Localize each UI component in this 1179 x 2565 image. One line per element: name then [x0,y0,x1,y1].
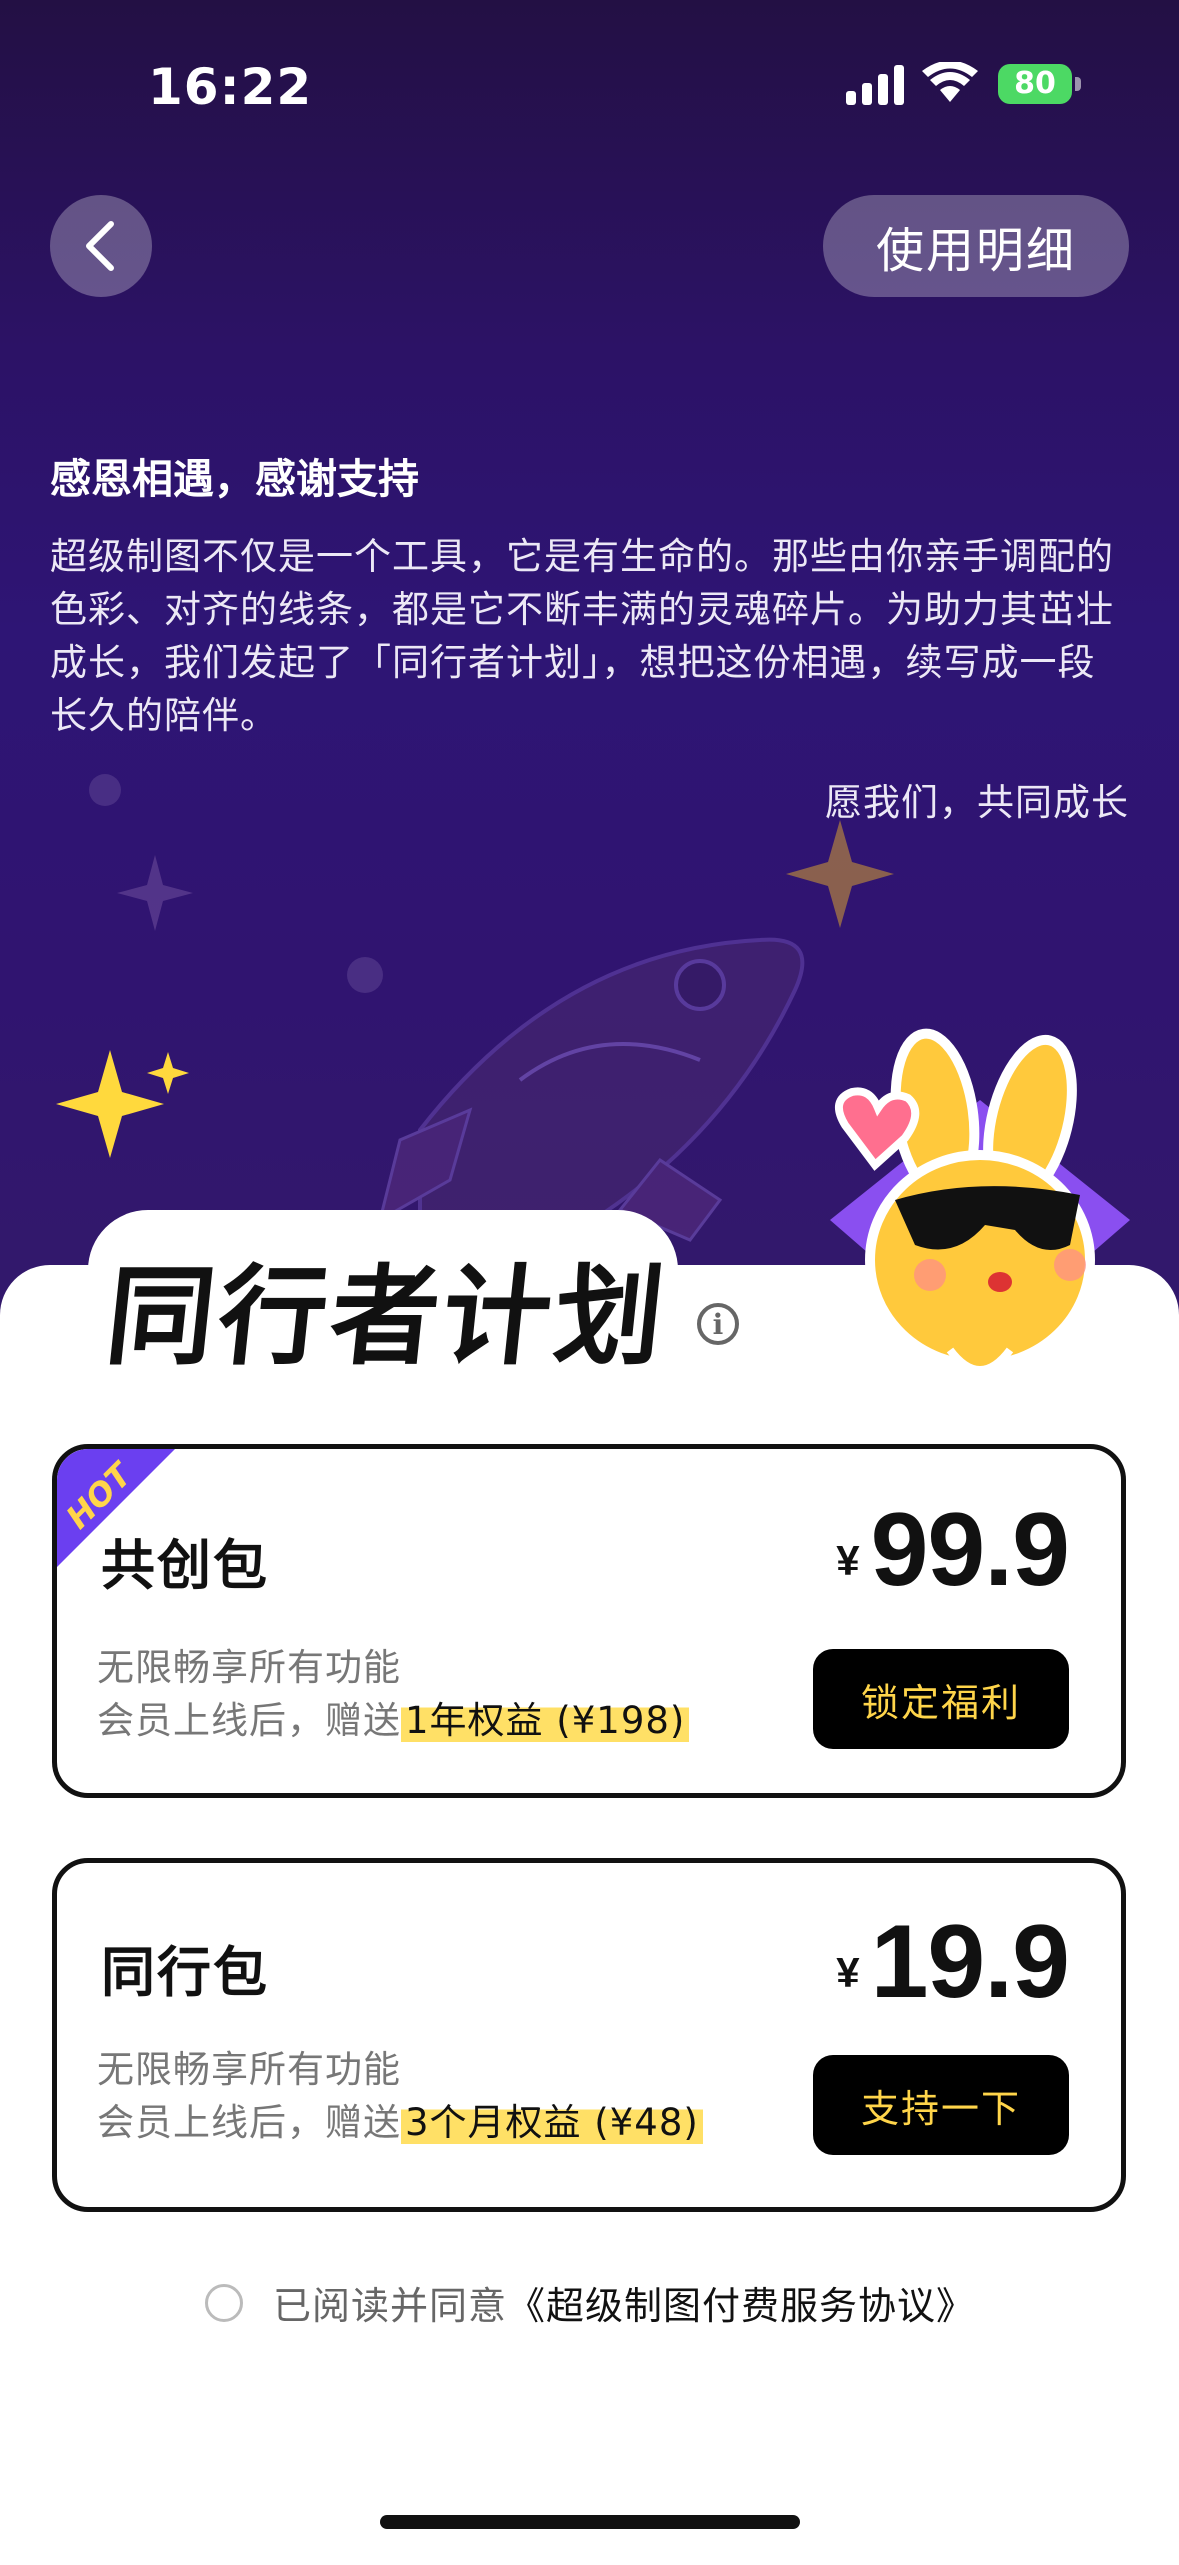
status-bar: 16:22 80 [0,0,1179,140]
plan-name: 共创包 [101,1534,269,1597]
home-indicator[interactable] [380,2515,800,2529]
support-button[interactable]: 支持一下 [813,2055,1069,2155]
intro-title: 感恩相遇，感谢支持 [50,455,419,503]
wifi-icon [922,62,978,102]
plan-benefit-highlight: 3个月权益 (¥48) [401,2101,703,2144]
plan-desc-prefix: 会员上线后，赠送 [97,2101,401,2144]
plan-title: 同行者计划 [100,1255,674,1380]
plan-desc-prefix: 会员上线后，赠送 [97,1699,401,1742]
agreement-checkbox[interactable] [205,2283,243,2322]
chevron-left-icon [86,221,114,271]
back-button[interactable] [50,195,152,297]
plan-card-cocreate[interactable]: HOT 共创包 ¥99.9 无限畅享所有功能 会员上线后，赠送 1年权益 (¥19… [52,1444,1126,1798]
agreement-link[interactable]: 《超级制图付费服务协议》 [507,2275,975,2330]
currency-symbol: ¥ [836,1949,859,1996]
battery-level: 80 [1014,66,1056,101]
price-value: 99.9 [870,1492,1070,1608]
plan-card-companion[interactable]: 同行包 ¥19.9 无限畅享所有功能 会员上线后，赠送 3个月权益 (¥48) 支… [52,1858,1126,2212]
plan-desc-line1: 无限畅享所有功能 [97,2048,401,2091]
intro-signature: 愿我们，共同成长 [825,781,1129,824]
agreement-row: 已阅读并同意 《超级制图付费服务协议》 [205,2275,975,2330]
plan-price: ¥19.9 [836,1903,1070,2022]
lock-benefit-button[interactable]: 锁定福利 [813,1649,1069,1749]
agreement-prefix: 已阅读并同意 [273,2284,508,2328]
battery-cap [1075,77,1081,91]
status-time: 16:22 [148,58,313,116]
plan-description: 无限畅享所有功能 会员上线后，赠送 3个月权益 (¥48) [97,2043,703,2149]
bunny-mascot-icon [830,1028,1130,1374]
plan-benefit-highlight: 1年权益 (¥198) [401,1699,690,1742]
info-icon[interactable]: i [697,1303,739,1345]
price-value: 19.9 [870,1904,1070,2020]
intro-body: 超级制图不仅是一个工具，它是有生命的。那些由你亲手调配的色彩、对齐的线条，都是它… [50,535,1114,737]
plan-price: ¥99.9 [836,1491,1070,1610]
battery-indicator: 80 [998,64,1072,104]
usage-detail-button[interactable]: 使用明细 [823,195,1129,297]
cellular-signal-icon [846,65,904,105]
plan-name: 同行包 [101,1941,269,2004]
plan-desc-line1: 无限畅享所有功能 [97,1646,401,1689]
currency-symbol: ¥ [836,1537,859,1584]
plan-description: 无限畅享所有功能 会员上线后，赠送 1年权益 (¥198) [97,1641,690,1747]
